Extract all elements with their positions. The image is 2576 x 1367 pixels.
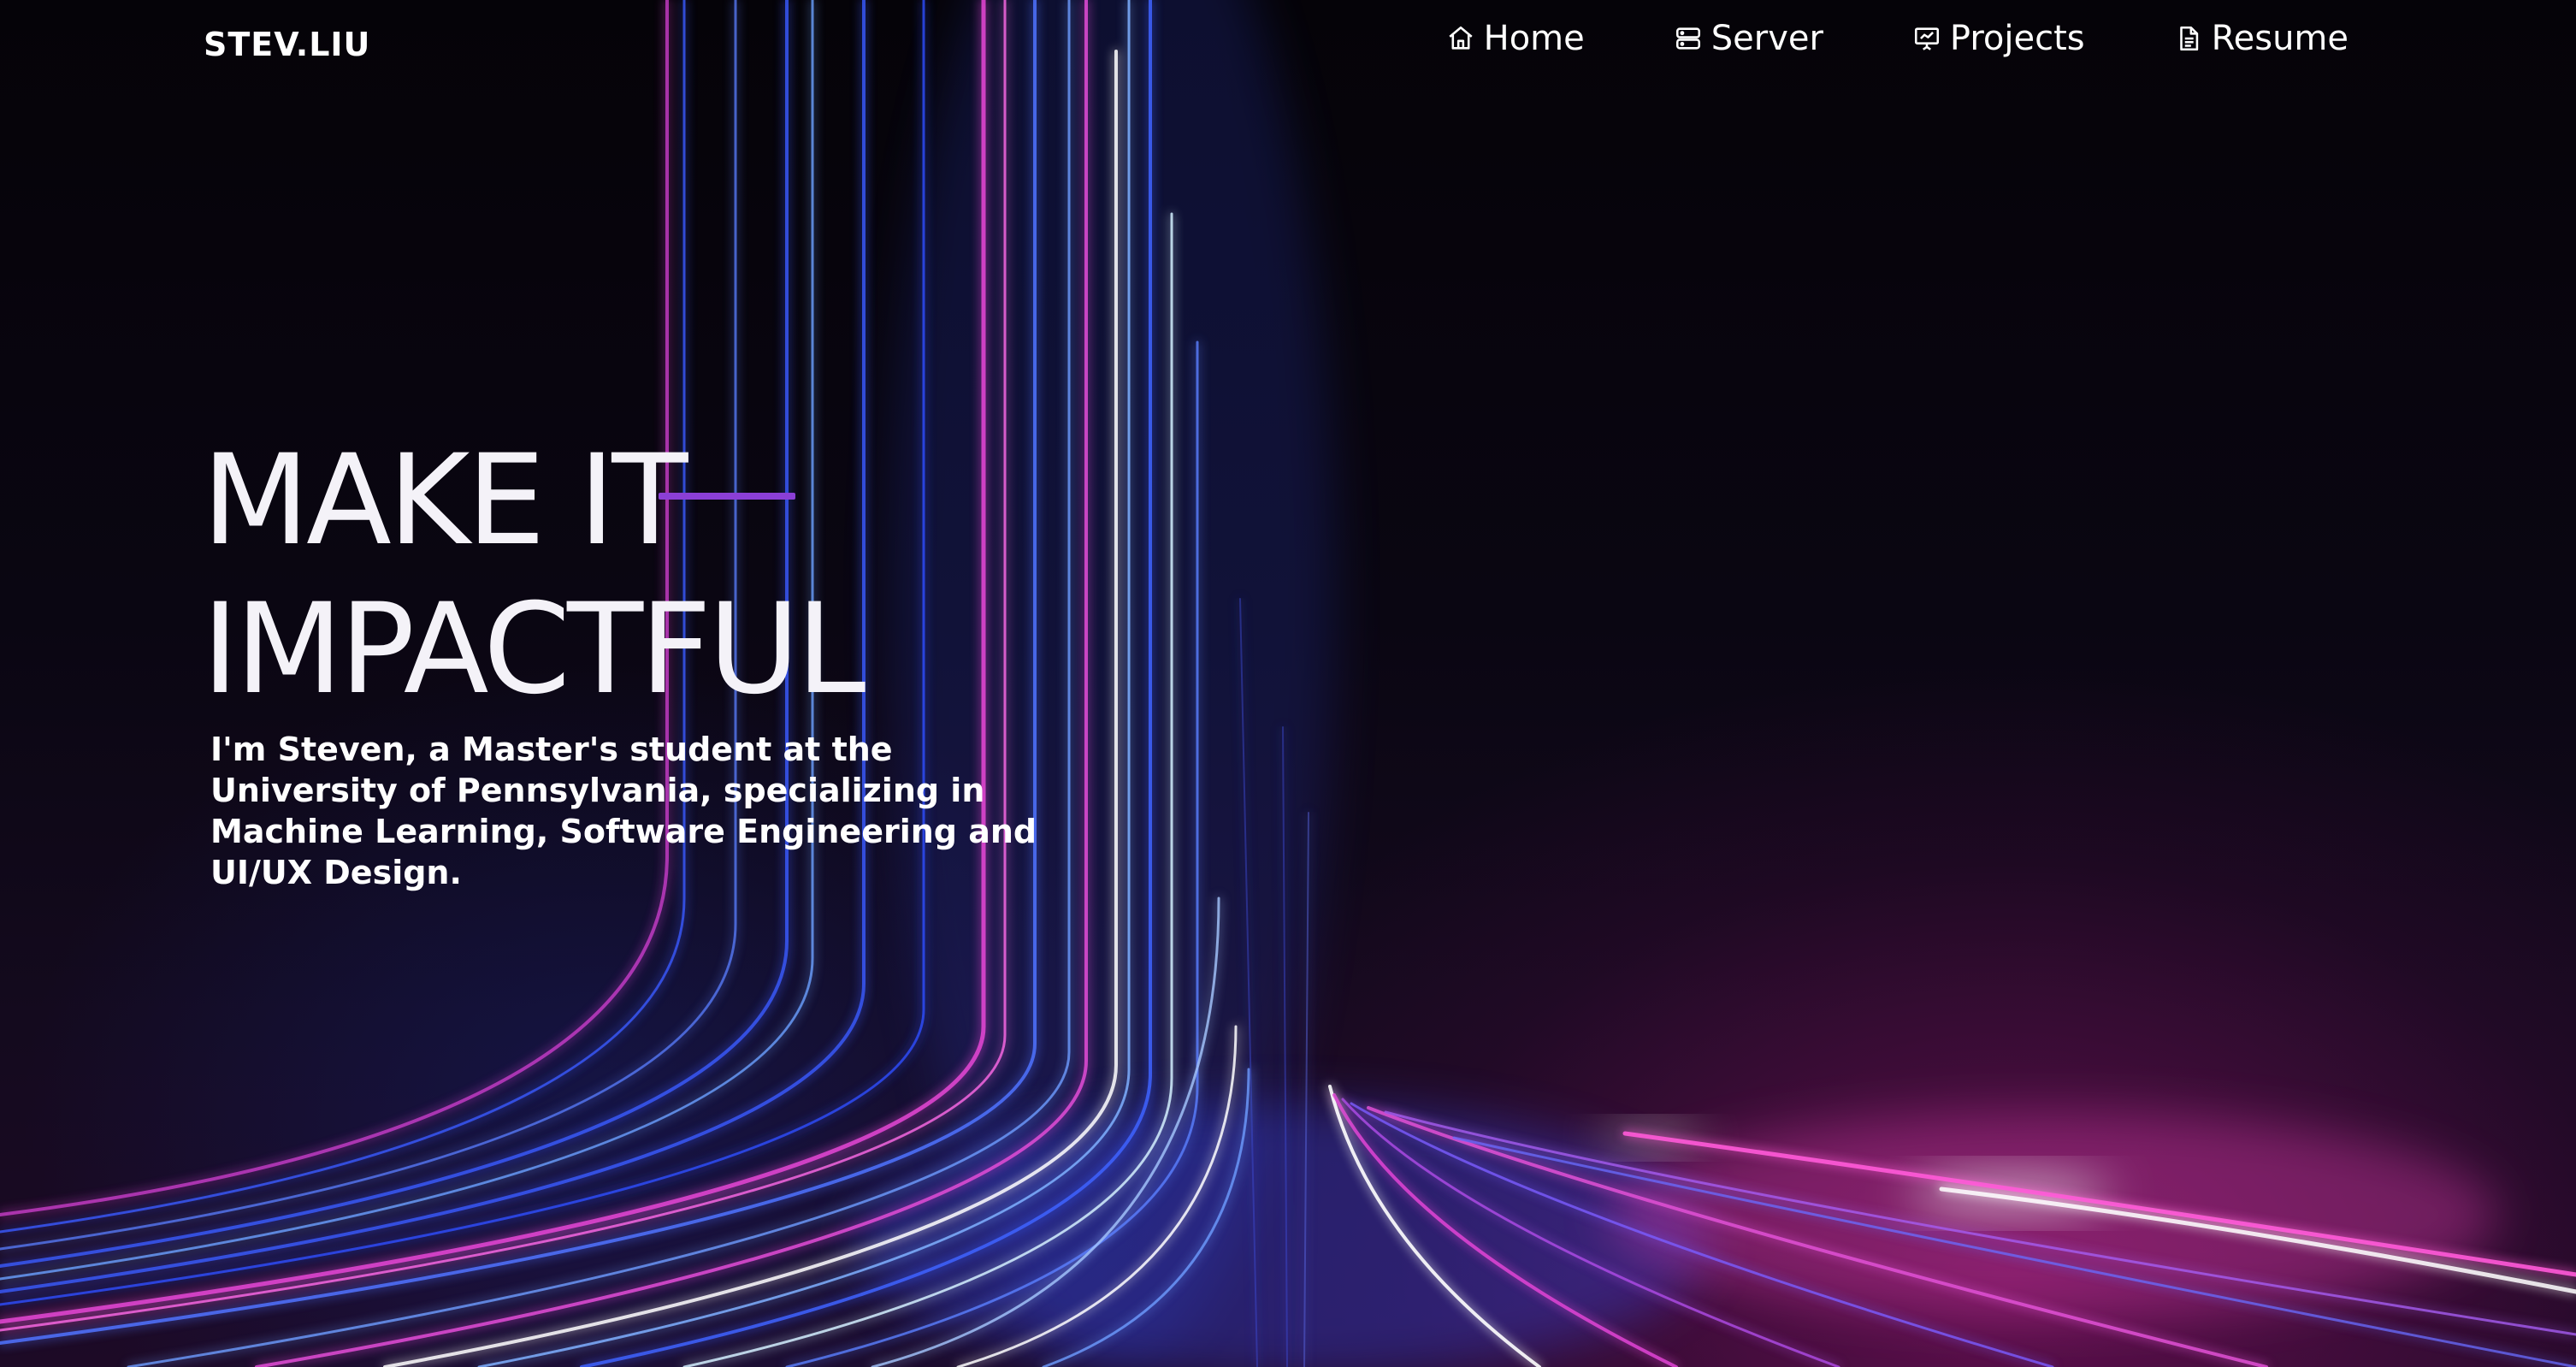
hero-heading-line1: MAKE IT	[202, 428, 688, 573]
hero-page: STEV.LIU Home Server Projects Resume MAK…	[0, 0, 2576, 1367]
top-navbar: STEV.LIU Home Server Projects Resume	[0, 0, 2576, 89]
site-logo[interactable]: STEV.LIU	[204, 26, 370, 63]
home-icon	[1446, 24, 1475, 53]
nav-item-label: Home	[1483, 19, 1585, 58]
nav-item-resume[interactable]: Resume	[2174, 19, 2349, 58]
nav-item-label: Resume	[2211, 19, 2349, 58]
nav-item-label: Projects	[1949, 19, 2085, 58]
hero-subtitle: I'm Steven, a Master's student at the Un…	[210, 731, 1037, 891]
nav-links: Home Server Projects Resume	[1446, 19, 2349, 58]
presentation-chart-icon	[1912, 24, 1941, 53]
server-icon	[1674, 24, 1703, 53]
hero-heading-line2: IMPACTFUL	[202, 577, 866, 722]
document-icon	[2174, 24, 2203, 53]
hero-accent-dash	[659, 493, 795, 500]
nav-item-server[interactable]: Server	[1674, 19, 1823, 58]
nav-item-projects[interactable]: Projects	[1912, 19, 2085, 58]
nav-item-label: Server	[1710, 19, 1823, 58]
nav-item-home[interactable]: Home	[1446, 19, 1585, 58]
